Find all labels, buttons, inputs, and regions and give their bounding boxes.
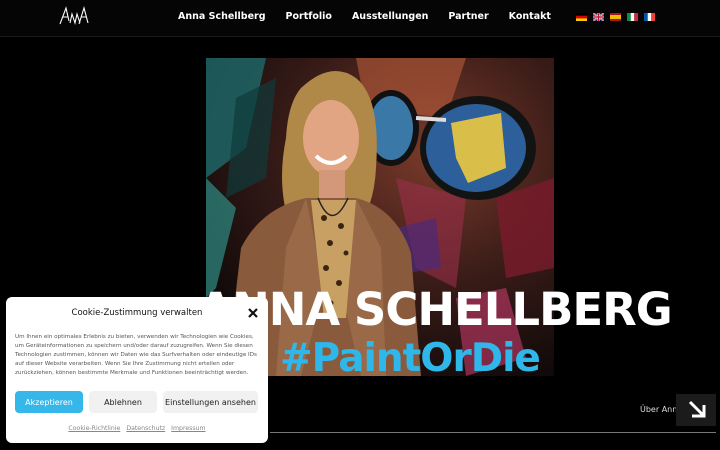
hero-hashtag: #PaintOrDie (280, 336, 541, 381)
privacy-link[interactable]: Datenschutz (126, 425, 165, 432)
nav-item-portfolio[interactable]: Portfolio (286, 11, 332, 22)
top-navigation-bar: Anna Schellberg Portfolio Ausstellungen … (0, 0, 720, 37)
cookie-policy-link[interactable]: Cookie-Richtlinie (68, 425, 120, 432)
imprint-link[interactable]: Impressum (171, 425, 205, 432)
accept-cookies-button[interactable]: Akzeptieren (15, 391, 83, 413)
nav-item-anna-schellberg[interactable]: Anna Schellberg (178, 11, 266, 22)
fr-flag-icon[interactable] (644, 13, 655, 21)
arrow-down-right-icon (688, 400, 706, 418)
nav-item-partner[interactable]: Partner (448, 11, 488, 22)
divider-line (270, 432, 716, 433)
nav-item-ausstellungen[interactable]: Ausstellungen (352, 11, 428, 22)
close-icon[interactable] (247, 307, 259, 319)
nav-item-kontakt[interactable]: Kontakt (509, 11, 551, 22)
deny-cookies-button[interactable]: Ablehnen (89, 391, 157, 413)
main-nav: Anna Schellberg Portfolio Ausstellungen … (178, 11, 551, 22)
es-flag-icon[interactable] (610, 13, 621, 21)
de-flag-icon[interactable] (576, 13, 587, 21)
cookie-dialog-title: Cookie-Zustimmung verwalten (71, 308, 203, 318)
cookie-footer-links: Cookie-Richtlinie Datenschutz Impressum (6, 425, 268, 432)
gb-flag-icon[interactable] (593, 13, 604, 21)
scroll-arrow-button[interactable] (676, 394, 716, 426)
cookie-dialog-text: Um Ihnen ein optimales Erlebnis zu biete… (15, 334, 257, 376)
cookie-settings-button[interactable]: Einstellungen ansehen (163, 391, 258, 413)
anna-logo[interactable] (58, 5, 90, 27)
cookie-consent-dialog: Cookie-Zustimmung verwalten Um Ihnen ein… (6, 297, 268, 443)
language-switcher (576, 13, 655, 21)
it-flag-icon[interactable] (627, 13, 638, 21)
